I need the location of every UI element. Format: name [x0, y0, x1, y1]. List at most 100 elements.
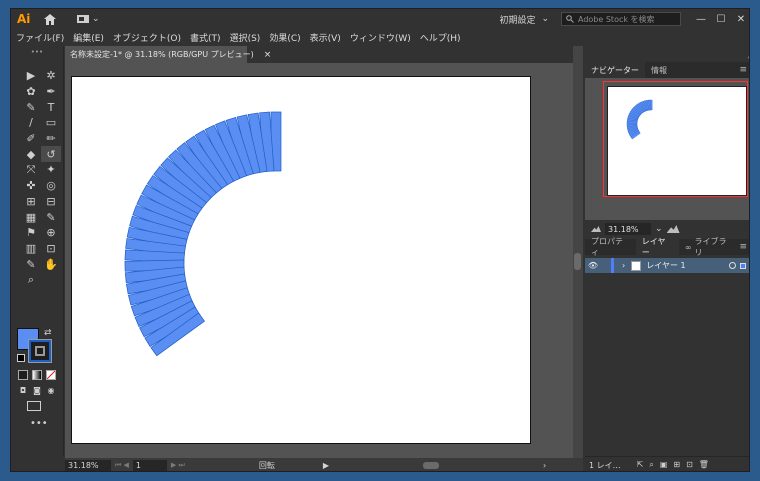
tool-15-icon[interactable]: ◎: [41, 178, 61, 194]
tool-14-icon[interactable]: ✜: [21, 178, 41, 194]
tool-2-icon[interactable]: ✿: [21, 84, 41, 100]
tool-16-icon[interactable]: ⊞: [21, 194, 41, 210]
tool-18-icon[interactable]: ▦: [21, 209, 41, 225]
tool-27-icon[interactable]: [41, 272, 61, 288]
tool-6-icon[interactable]: /: [21, 115, 41, 131]
visibility-eye-icon[interactable]: 👁: [585, 261, 601, 270]
home-icon[interactable]: [43, 13, 57, 25]
chevron-down-icon[interactable]: ⌄: [655, 224, 663, 234]
menu-type[interactable]: 書式(T): [190, 31, 221, 44]
clipping-mask-icon[interactable]: ▣: [660, 460, 668, 470]
tool-7-icon[interactable]: ▭: [41, 115, 61, 131]
tool-9-icon[interactable]: ✏: [41, 131, 61, 147]
tool-26-icon[interactable]: ⌕: [21, 272, 41, 288]
panel-menu-icon[interactable]: ≡: [739, 242, 747, 252]
tool-3-icon[interactable]: ✒: [41, 84, 61, 100]
close-button[interactable]: ✕: [731, 14, 749, 25]
right-panel-dock: ナビゲーター 情報 ≡ 31.18% ⌄ プロパティ レイヤー ∞ ライブラリ ≡…: [585, 46, 749, 471]
scroll-thumb[interactable]: [574, 253, 581, 270]
new-sublayer-icon[interactable]: ⊞: [673, 460, 680, 470]
stroke-color-swatch[interactable]: [28, 339, 52, 363]
layer-target-icon[interactable]: [729, 262, 736, 269]
tab-libraries[interactable]: ∞ ライブラリ: [679, 237, 740, 257]
tab-info[interactable]: 情報: [645, 62, 673, 78]
locate-object-icon[interactable]: ⌕: [649, 460, 653, 470]
tool-13-icon[interactable]: ✦: [41, 162, 61, 178]
rotated-rectangles-artwork[interactable]: [72, 77, 532, 445]
minimize-button[interactable]: —: [691, 14, 711, 25]
menu-effect[interactable]: 効果(C): [269, 31, 300, 44]
default-colors-icon[interactable]: [17, 354, 25, 362]
artboard[interactable]: [71, 76, 531, 444]
tool-19-icon[interactable]: ✎: [41, 209, 61, 225]
tool-20-icon[interactable]: ⚑: [21, 225, 41, 241]
app-window: Ai ⌄ 初期設定 ⌄ Adobe Stock を検索 — ☐ ✕ ファイル(F…: [10, 8, 750, 472]
tool-grid: ▶ ✲ ✿ ✒ ✎ T / ▭ ✐ ✏ ◆ ↺ ⤧ ✦ ✜ ◎ ⊞ ⊟ ▦ ✎ ⚑ ⊕ ▥ ⊡ ✎ ✋ ⌕: [21, 68, 61, 288]
horizontal-scroll-thumb[interactable]: [423, 461, 439, 469]
menu-file[interactable]: ファイル(F): [16, 31, 64, 44]
vertical-scrollbar[interactable]: [573, 46, 583, 458]
navigator-preview[interactable]: [585, 78, 749, 220]
menu-window[interactable]: ウィンドウ(W): [350, 31, 411, 44]
tab-navigator[interactable]: ナビゲーター: [585, 62, 645, 78]
layer-name[interactable]: レイヤー 1: [646, 260, 685, 271]
layer-selection-indicator[interactable]: [740, 262, 746, 269]
dock-grip-icon[interactable]: •••: [747, 54, 749, 62]
canvas-area[interactable]: [65, 63, 579, 458]
artboard-number-field[interactable]: 1: [132, 459, 167, 471]
menu-select[interactable]: 選択(S): [230, 31, 261, 44]
tool-22-icon[interactable]: ▥: [21, 241, 41, 257]
none-mode-icon[interactable]: [46, 370, 56, 380]
more-tools-icon[interactable]: •••: [30, 418, 48, 429]
workspace-switcher[interactable]: 初期設定 ⌄: [499, 13, 549, 26]
panel-menu-icon[interactable]: ≡: [739, 65, 747, 75]
draw-inside-icon[interactable]: ◉: [46, 385, 56, 395]
arrange-documents-button[interactable]: ⌄: [77, 14, 100, 24]
gradient-mode-icon[interactable]: [32, 370, 42, 380]
tool-17-icon[interactable]: ⊟: [41, 194, 61, 210]
menu-edit[interactable]: 編集(E): [73, 31, 104, 44]
zoom-field[interactable]: 31.18%: [65, 459, 111, 471]
tool-21-icon[interactable]: ⊕: [41, 225, 61, 241]
tool-11-icon[interactable]: ↺: [41, 146, 61, 163]
tab-properties[interactable]: プロパティ: [585, 237, 636, 257]
delete-layer-icon[interactable]: 🗑: [699, 460, 709, 470]
menu-view[interactable]: 表示(V): [310, 31, 341, 44]
export-icon[interactable]: ⇱: [637, 460, 644, 470]
draw-normal-icon[interactable]: ◘: [18, 385, 28, 395]
menu-object[interactable]: オブジェクト(O): [113, 31, 181, 44]
tool-1-icon[interactable]: ✲: [41, 68, 61, 84]
zoom-out-icon[interactable]: [591, 226, 601, 232]
expand-layer-icon[interactable]: ›: [622, 261, 625, 270]
tool-12-icon[interactable]: ⤧: [21, 162, 41, 178]
color-mode-icon[interactable]: [18, 370, 28, 380]
navigator-zoom-field[interactable]: 31.18%: [605, 223, 651, 235]
panel-grip[interactable]: •••: [11, 46, 63, 58]
document-tab[interactable]: 名称未設定-1* @ 31.18% (RGB/GPU プレビュー) ×: [65, 46, 271, 63]
first-artboard-icon[interactable]: ⏮ ◀: [115, 461, 129, 470]
tool-25-icon[interactable]: ✋: [41, 256, 61, 272]
scroll-right-icon[interactable]: ›: [543, 461, 546, 470]
screen-mode-icon[interactable]: [27, 401, 41, 411]
tool-8-icon[interactable]: ✐: [21, 131, 41, 147]
status-arrow-icon[interactable]: ▶: [323, 461, 329, 470]
chevron-down-icon: ⌄: [92, 14, 100, 24]
zoom-in-icon[interactable]: [666, 225, 680, 233]
tab-layers[interactable]: レイヤー: [635, 237, 679, 257]
tool-24-icon[interactable]: ✎: [21, 256, 41, 272]
close-tab-icon[interactable]: ×: [264, 50, 272, 60]
tool-5-icon[interactable]: T: [41, 99, 61, 115]
tool-0-icon[interactable]: ▶: [21, 68, 41, 84]
tool-4-icon[interactable]: ✎: [21, 99, 41, 115]
draw-behind-icon[interactable]: ◙: [32, 385, 42, 395]
tool-23-icon[interactable]: ⊡: [41, 241, 61, 257]
stock-search-input[interactable]: Adobe Stock を検索: [561, 12, 681, 26]
menu-help[interactable]: ヘルプ(H): [420, 31, 461, 44]
layer-row[interactable]: 👁 › レイヤー 1: [585, 258, 749, 273]
tool-10-icon[interactable]: ◆: [21, 146, 41, 162]
next-artboard-icon[interactable]: ▶ ⏭: [171, 461, 185, 470]
status-mode-label[interactable]: 回転: [259, 460, 319, 471]
swap-colors-icon[interactable]: ⇄: [44, 328, 52, 338]
new-layer-icon[interactable]: ⊡: [686, 460, 693, 470]
maximize-button[interactable]: ☐: [711, 14, 731, 25]
